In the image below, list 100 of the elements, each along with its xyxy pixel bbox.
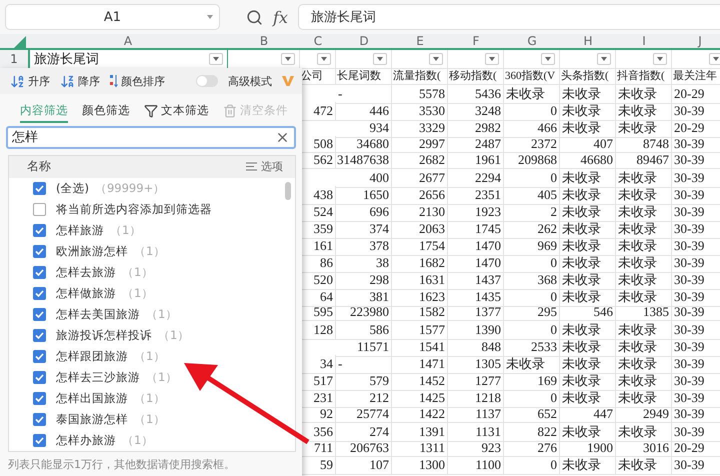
checkbox[interactable] bbox=[33, 328, 46, 342]
table-cell: 30-39 bbox=[672, 220, 720, 240]
filter-action[interactable]: 文本筛选 bbox=[144, 103, 209, 124]
table-cell: 移动指数( bbox=[448, 68, 504, 85]
list-item-label[interactable]: 怎样去旅游 （1） bbox=[56, 264, 154, 280]
checkbox[interactable] bbox=[33, 412, 46, 426]
table-cell: 466 bbox=[504, 118, 560, 138]
checkbox[interactable] bbox=[33, 182, 46, 195]
checkbox[interactable] bbox=[33, 202, 46, 216]
select-all-corner-icon[interactable] bbox=[14, 36, 26, 48]
filter-tab[interactable]: 颜色筛选 bbox=[82, 103, 130, 124]
filter-dropdown-button[interactable] bbox=[541, 53, 555, 65]
list-item-label[interactable]: 怎样办旅游 （1） bbox=[56, 432, 154, 448]
list-item-label[interactable]: 怎样跟团旅游 （1） bbox=[56, 348, 166, 364]
filter-dropdown-button[interactable] bbox=[597, 53, 611, 65]
table-cell: 3530 bbox=[392, 102, 448, 121]
table-cell: 未收录 bbox=[616, 388, 672, 408]
scrollbar-thumb[interactable] bbox=[285, 182, 291, 200]
column-header[interactable]: C bbox=[300, 34, 336, 48]
formula-field[interactable]: 旅游长尾词 bbox=[298, 4, 720, 30]
table-cell: 696 bbox=[336, 203, 392, 222]
dropdown-caret-icon bbox=[207, 15, 213, 19]
checkbox[interactable] bbox=[33, 370, 46, 384]
table-cell: 未收录 bbox=[616, 220, 672, 240]
filter-dropdown-button[interactable] bbox=[317, 53, 331, 65]
filter-icon bbox=[144, 104, 158, 118]
table-cell: 未收录 bbox=[616, 422, 672, 442]
filter-dropdown-button[interactable] bbox=[653, 53, 667, 65]
column-header[interactable]: B bbox=[228, 34, 300, 48]
table-cell: 1577 bbox=[392, 321, 448, 340]
checkbox[interactable] bbox=[33, 224, 46, 237]
checkbox[interactable] bbox=[33, 266, 46, 279]
list-item-label[interactable]: 旅游投诉怎样投诉 （1） bbox=[56, 328, 190, 343]
table-cell: 31487638 bbox=[336, 152, 392, 170]
filter-dropdown-button[interactable] bbox=[281, 53, 295, 65]
toggle-switch[interactable] bbox=[196, 75, 218, 88]
table-cell: 34680 bbox=[336, 136, 392, 153]
list-item-label[interactable]: 怎样做旅游 （1） bbox=[56, 286, 154, 301]
list-item-label[interactable]: 欧洲旅游怎样 （1） bbox=[56, 244, 166, 259]
zoom-icon[interactable] bbox=[246, 8, 263, 26]
column-header[interactable]: A bbox=[28, 34, 228, 48]
list-item-label[interactable]: 怎样旅游 （1） bbox=[56, 222, 142, 238]
function-label[interactable]: fx bbox=[273, 8, 288, 26]
vip-badge-icon bbox=[282, 75, 294, 88]
column-header[interactable]: G bbox=[504, 34, 560, 48]
table-cell: 848 bbox=[448, 338, 504, 358]
checkbox[interactable] bbox=[33, 244, 46, 258]
table-cell: 2294 bbox=[448, 169, 504, 188]
list-item-label[interactable]: (全选) （99999+） bbox=[56, 180, 166, 196]
table-cell: 30-39 bbox=[672, 422, 720, 442]
checkbox[interactable] bbox=[33, 350, 46, 363]
table-cell: 934 bbox=[336, 118, 392, 138]
table-cell: 未收录 bbox=[616, 338, 672, 358]
table-cell: 1390 bbox=[448, 321, 504, 340]
list-item-label[interactable]: 怎样去三沙旅游 （1） bbox=[56, 370, 178, 385]
sort-button[interactable]: 升序 bbox=[10, 74, 50, 89]
column-header[interactable]: J bbox=[672, 34, 720, 48]
caret-icon bbox=[545, 57, 551, 61]
table-cell: 3016 bbox=[616, 440, 672, 457]
list-item-label[interactable]: 怎样去美国旅游 （1） bbox=[56, 306, 178, 322]
checkbox[interactable] bbox=[33, 434, 46, 447]
table-cell: 368 bbox=[504, 270, 560, 290]
column-label: 名称 bbox=[27, 158, 51, 176]
list-item-label[interactable]: 怎样出国旅游 （1） bbox=[56, 390, 166, 406]
table-cell: 未收录 bbox=[560, 102, 616, 121]
checkbox[interactable] bbox=[33, 286, 46, 300]
search-field[interactable]: 怎样 bbox=[6, 126, 296, 149]
column-header[interactable]: E bbox=[392, 34, 448, 48]
table-cell: 未收录 bbox=[616, 456, 672, 476]
filter-dropdown-button[interactable] bbox=[485, 53, 499, 65]
table-cell: 2063 bbox=[392, 220, 448, 240]
table-cell: 未收录 bbox=[616, 355, 672, 374]
filter-dropdown-button[interactable] bbox=[429, 53, 443, 65]
list-item-label[interactable]: 将当前所选内容添加到筛选器 bbox=[56, 202, 212, 217]
filter-dropdown-button[interactable] bbox=[709, 53, 720, 65]
name-box[interactable]: A1 bbox=[5, 4, 220, 30]
table-cell: 0 bbox=[504, 102, 560, 121]
list-item-label[interactable]: 泰国旅游怎样 （1） bbox=[56, 412, 166, 427]
table-cell: 30-39 bbox=[672, 203, 720, 222]
sort-button[interactable]: 颜色排序 bbox=[110, 74, 165, 89]
checkbox[interactable] bbox=[33, 392, 46, 405]
table-cell: 未收录 bbox=[616, 102, 672, 121]
table-cell: 274 bbox=[336, 422, 392, 442]
table-cell: 30-39 bbox=[672, 102, 720, 121]
table-cell: 未收录 bbox=[616, 372, 672, 392]
column-header[interactable]: I bbox=[616, 34, 672, 48]
sort-button[interactable]: 降序 bbox=[60, 74, 100, 89]
column-header[interactable]: F bbox=[448, 34, 504, 48]
checkbox[interactable] bbox=[33, 308, 46, 321]
column-header[interactable]: D bbox=[336, 34, 392, 48]
table-cell: 20-29 bbox=[672, 84, 720, 104]
table-cell: 1623 bbox=[392, 288, 448, 307]
table-cell: 25774 bbox=[336, 406, 392, 423]
column-header[interactable]: H bbox=[560, 34, 616, 48]
table-cell: - bbox=[336, 84, 392, 104]
filter-dropdown-button[interactable] bbox=[209, 53, 223, 65]
caret-icon bbox=[213, 57, 219, 61]
filter-dropdown-button[interactable] bbox=[373, 53, 387, 65]
options-button[interactable]: 选项 bbox=[246, 159, 283, 174]
table-cell: 未收录 bbox=[560, 422, 616, 442]
